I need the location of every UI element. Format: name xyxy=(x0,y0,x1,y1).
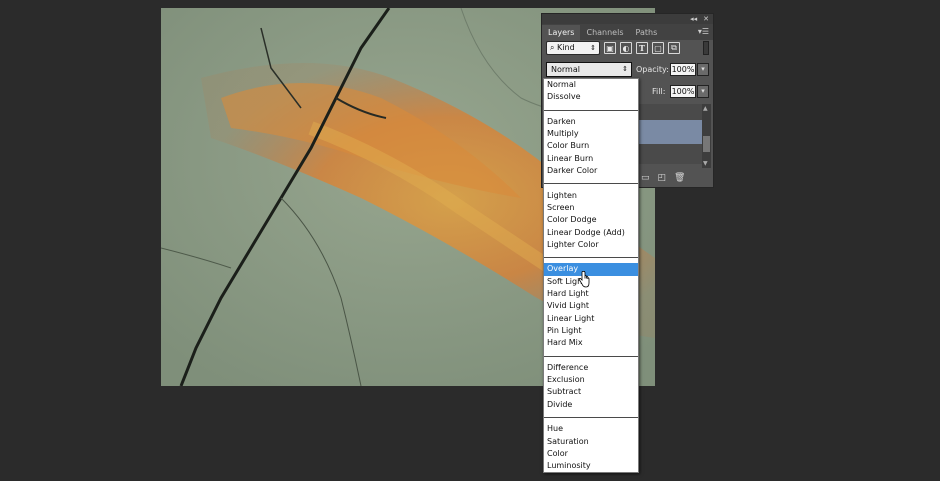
blend-option-saturation[interactable]: Saturation xyxy=(544,436,638,448)
blend-option-soft-light[interactable]: Soft Light xyxy=(544,276,638,288)
blend-option-difference[interactable]: Difference xyxy=(544,362,638,374)
blend-mode-value: Normal xyxy=(551,65,580,74)
filter-toggle-switch[interactable] xyxy=(703,41,709,55)
opacity-label: Opacity: xyxy=(636,65,669,74)
blend-option-divide[interactable]: Divide xyxy=(544,399,638,411)
selected-layer-row[interactable] xyxy=(639,120,703,144)
blend-option-screen[interactable]: Screen xyxy=(544,202,638,214)
collapse-icon[interactable]: ◂◂ xyxy=(690,15,697,23)
blend-option-linear-burn[interactable]: Linear Burn xyxy=(544,153,638,165)
blend-option-normal[interactable]: Normal xyxy=(544,79,638,91)
tab-layers[interactable]: Layers xyxy=(542,25,581,40)
blend-option-linear-light[interactable]: Linear Light xyxy=(544,313,638,325)
blend-option-pin-light[interactable]: Pin Light xyxy=(544,325,638,337)
folder-icon[interactable]: ▭ xyxy=(641,173,650,183)
pixel-filter-icon[interactable]: ▣ xyxy=(604,42,616,54)
panel-title-bar: ◂◂ ✕ xyxy=(542,14,713,24)
blend-option-lighter-color[interactable]: Lighter Color xyxy=(544,239,638,251)
fill-dropdown-arrow-icon[interactable]: ▾ xyxy=(697,85,709,98)
blend-mode-select[interactable]: Normal ⇕ xyxy=(546,62,632,77)
shape-filter-icon[interactable]: ▢ xyxy=(652,42,664,54)
blend-option-color[interactable]: Color xyxy=(544,448,638,460)
dropdown-separator xyxy=(544,251,638,263)
close-icon[interactable]: ✕ xyxy=(703,15,709,23)
updown-arrow-icon: ⇕ xyxy=(622,65,628,73)
blend-option-vivid-light[interactable]: Vivid Light xyxy=(544,300,638,312)
panel-tabs: Layers Channels Paths ▾☰ xyxy=(542,24,713,40)
layer-list-scrollbar[interactable]: ▲ ▼ xyxy=(702,104,711,168)
blend-option-lighten[interactable]: Lighten xyxy=(544,190,638,202)
blend-option-hard-light[interactable]: Hard Light xyxy=(544,288,638,300)
blend-option-linear-dodge-add[interactable]: Linear Dodge (Add) xyxy=(544,227,638,239)
dropdown-separator xyxy=(544,350,638,362)
blend-option-overlay[interactable]: Overlay xyxy=(544,263,638,276)
dropdown-separator xyxy=(544,411,638,423)
blend-option-hard-mix[interactable]: Hard Mix xyxy=(544,337,638,349)
dropdown-separator xyxy=(544,104,638,116)
hand-cursor-icon xyxy=(578,271,590,288)
smart-object-filter-icon[interactable]: ⧉ xyxy=(668,42,680,54)
blend-option-multiply[interactable]: Multiply xyxy=(544,128,638,140)
blend-option-subtract[interactable]: Subtract xyxy=(544,386,638,398)
updown-arrow-icon: ⇕ xyxy=(590,44,596,52)
blend-option-color-burn[interactable]: Color Burn xyxy=(544,140,638,152)
type-filter-icon[interactable]: T xyxy=(636,42,648,54)
blend-option-color-dodge[interactable]: Color Dodge xyxy=(544,214,638,226)
tab-channels[interactable]: Channels xyxy=(580,25,629,40)
fill-input[interactable]: 100% xyxy=(670,85,696,98)
panel-bottom-bar: ▭ ◰ 🗑 xyxy=(639,171,713,185)
opacity-input[interactable]: 100% xyxy=(670,63,696,76)
scroll-up-icon[interactable]: ▲ xyxy=(703,105,708,112)
opacity-dropdown-arrow-icon[interactable]: ▾ xyxy=(697,63,709,76)
scrollbar-thumb[interactable] xyxy=(703,136,710,152)
dropdown-separator xyxy=(544,177,638,189)
trash-icon[interactable]: 🗑 xyxy=(674,173,685,183)
panel-menu-icon[interactable]: ▾☰ xyxy=(698,27,709,36)
tab-paths[interactable]: Paths xyxy=(630,25,664,40)
blend-option-exclusion[interactable]: Exclusion xyxy=(544,374,638,386)
blend-option-darker-color[interactable]: Darker Color xyxy=(544,165,638,177)
blend-mode-dropdown-list: Normal Dissolve Darken Multiply Color Burn Li… xyxy=(543,78,639,473)
new-layer-icon[interactable]: ◰ xyxy=(658,173,667,183)
scroll-down-icon[interactable]: ▼ xyxy=(703,160,708,167)
blend-option-darken[interactable]: Darken xyxy=(544,116,638,128)
adjustment-filter-icon[interactable]: ◐ xyxy=(620,42,632,54)
blend-option-hue[interactable]: Hue xyxy=(544,423,638,435)
search-icon: ⌕ xyxy=(550,43,558,52)
kind-filter-select[interactable]: ⌕ Kind ⇕ xyxy=(546,41,600,55)
kind-label: Kind xyxy=(557,43,575,52)
filter-row: ⌕ Kind ⇕ ▣ ◐ T ▢ ⧉ xyxy=(546,41,680,55)
blend-option-dissolve[interactable]: Dissolve xyxy=(544,91,638,103)
fill-label: Fill: xyxy=(652,87,666,96)
blend-option-luminosity[interactable]: Luminosity xyxy=(544,460,638,472)
